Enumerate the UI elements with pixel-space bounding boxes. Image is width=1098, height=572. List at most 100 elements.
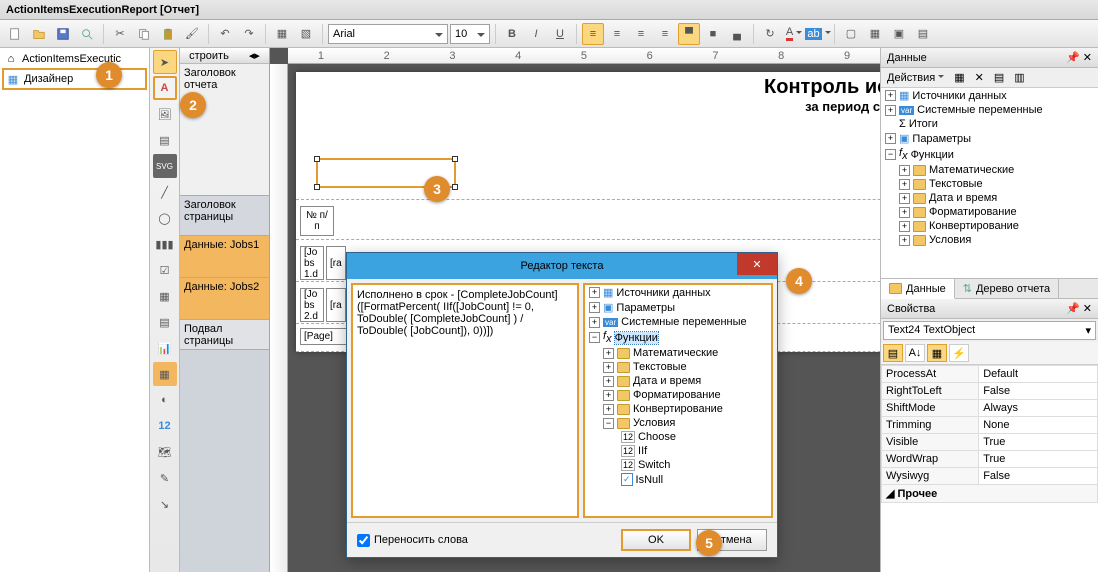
designer-item[interactable]: ▦ Дизайнер: [2, 68, 147, 90]
expand-icon[interactable]: +: [885, 105, 896, 116]
border-icon[interactable]: ▢: [840, 23, 862, 45]
property-row[interactable]: VisibleTrue: [882, 434, 1098, 451]
section-page-header[interactable]: № п/п Поруче: [296, 200, 880, 240]
page-number-cell[interactable]: [Page]: [300, 328, 350, 345]
text-rotate-icon[interactable]: ↻: [759, 23, 781, 45]
property-row[interactable]: ProcessAtDefault: [882, 366, 1098, 383]
pin-icon[interactable]: 📌 ✕: [1066, 302, 1092, 315]
subreport-tool-icon[interactable]: ↘: [153, 492, 177, 516]
data1-cell-a[interactable]: [Jo bs 1.d: [300, 246, 324, 280]
categorized-icon[interactable]: ▤: [883, 344, 903, 362]
band-data2[interactable]: Данные: Jobs2: [180, 278, 269, 320]
expression-tree[interactable]: +▦Источники данных +▣Параметры +varСисте…: [583, 283, 773, 518]
band-page-footer[interactable]: Подвал страницы: [180, 320, 269, 350]
font-color-icon[interactable]: A: [783, 23, 805, 45]
property-category[interactable]: ◢ Прочее: [882, 485, 1098, 503]
bands-toolbar[interactable]: строить ◂▸: [180, 48, 269, 64]
align-center-icon[interactable]: ≡: [606, 23, 628, 45]
preview-icon[interactable]: [76, 23, 98, 45]
barcode-tool-icon[interactable]: ▮▮▮: [153, 232, 177, 256]
band-report-header[interactable]: Заголовок отчета: [180, 64, 269, 196]
chevron-down-icon[interactable]: ▾: [1085, 324, 1091, 337]
action-icon[interactable]: ▦: [954, 71, 964, 84]
font-size-combo[interactable]: 10: [450, 24, 490, 44]
group-icon[interactable]: ▦: [271, 23, 293, 45]
copy-icon[interactable]: [133, 23, 155, 45]
action-icon[interactable]: ✕: [975, 71, 984, 84]
property-row[interactable]: WysiwygFalse: [882, 468, 1098, 485]
open-icon[interactable]: [28, 23, 50, 45]
pointer-tool-icon[interactable]: ➤: [153, 50, 177, 74]
rtf-tool-icon[interactable]: ▤: [153, 128, 177, 152]
valign-bottom-icon[interactable]: ▄: [726, 23, 748, 45]
valign-mid-icon[interactable]: ■: [702, 23, 724, 45]
action-icon[interactable]: ▤: [994, 71, 1004, 84]
underline-icon[interactable]: U: [549, 23, 571, 45]
line-tool-icon[interactable]: ╱: [153, 180, 177, 204]
data-panel-header[interactable]: Данные 📌 ✕: [881, 48, 1098, 68]
align-right-icon[interactable]: ≡: [630, 23, 652, 45]
data2-cell-b[interactable]: [ra: [326, 288, 346, 322]
action-icon[interactable]: ▥: [1014, 71, 1024, 84]
align-justify-icon[interactable]: ≡: [654, 23, 676, 45]
wrap-words-input[interactable]: [357, 534, 370, 547]
collapse-icon[interactable]: −: [885, 149, 896, 160]
map-tool-icon[interactable]: 🗺: [153, 440, 177, 464]
ruler-grip-icon[interactable]: ◂▸: [249, 49, 260, 62]
shape-tool-icon[interactable]: ◯: [153, 206, 177, 230]
chart-tool-icon[interactable]: 📊: [153, 336, 177, 360]
ungroup-icon[interactable]: ▧: [295, 23, 317, 45]
data-tree[interactable]: +▦Источники данных +varСистемные перемен…: [881, 88, 1098, 278]
paste-icon[interactable]: [157, 23, 179, 45]
tab-report-tree[interactable]: ⇅Дерево отчета: [955, 279, 1059, 298]
matrix-tool-icon[interactable]: ▤: [153, 310, 177, 334]
tab-data[interactable]: Данные: [881, 279, 955, 299]
property-row[interactable]: ShiftModeAlways: [882, 400, 1098, 417]
number-tool-icon[interactable]: 12: [153, 414, 177, 438]
bold-icon[interactable]: B: [501, 23, 523, 45]
image-tool-icon[interactable]: 🖼: [153, 102, 177, 126]
data2-cell-a[interactable]: [Jo bs 2.d: [300, 288, 324, 322]
report-subtitle-text[interactable]: за период с [BeginDate] по [: [300, 99, 880, 114]
border-inner-icon[interactable]: ▤: [912, 23, 934, 45]
events-icon[interactable]: ⚡: [949, 344, 969, 362]
property-grid[interactable]: ProcessAtDefault RightToLeftFalse ShiftM…: [881, 365, 1098, 572]
wrap-words-checkbox[interactable]: Переносить слова: [357, 534, 468, 547]
text-tool-icon[interactable]: A: [153, 76, 177, 100]
align-left-icon[interactable]: ≡: [582, 23, 604, 45]
col-header-num[interactable]: № п/п: [300, 206, 334, 236]
report-title-text[interactable]: Контроль исполнения: [300, 76, 880, 99]
dialog-titlebar[interactable]: Редактор текста ✕: [347, 253, 777, 279]
highlight-icon[interactable]: ab: [807, 23, 829, 45]
expression-editor[interactable]: Исполнено в срок - [CompleteJobCount] ([…: [351, 283, 579, 518]
undo-icon[interactable]: ↶: [214, 23, 236, 45]
border-all-icon[interactable]: ▦: [864, 23, 886, 45]
band-page-header[interactable]: Заголовок страницы: [180, 196, 269, 236]
format-painter-icon[interactable]: 🖌: [181, 23, 203, 45]
actions-dropdown[interactable]: Действия: [887, 72, 944, 84]
data-actions-bar[interactable]: Действия ▦ ✕ ▤ ▥: [881, 68, 1098, 88]
italic-icon[interactable]: I: [525, 23, 547, 45]
alphabetical-icon[interactable]: A↓: [905, 344, 925, 362]
save-icon[interactable]: [52, 23, 74, 45]
props-panel-header[interactable]: Свойства 📌 ✕: [881, 299, 1098, 319]
font-family-combo[interactable]: Arial: [328, 24, 448, 44]
object-selector[interactable]: Text24 TextObject▾: [883, 321, 1096, 340]
ok-button[interactable]: OK: [621, 529, 691, 551]
explorer-root[interactable]: ⌂ ActionItemsExecutic: [2, 50, 147, 68]
data1-cell-b[interactable]: [ra: [326, 246, 346, 280]
svg-tool-icon[interactable]: SVG: [153, 154, 177, 178]
expand-icon[interactable]: +: [885, 133, 896, 144]
redo-icon[interactable]: ↷: [238, 23, 260, 45]
checkbox-tool-icon[interactable]: ☑: [153, 258, 177, 282]
new-icon[interactable]: [4, 23, 26, 45]
section-report-header[interactable]: Контроль исполнения за период с [BeginDa…: [296, 72, 880, 200]
property-row[interactable]: WordWrapTrue: [882, 451, 1098, 468]
functions-node[interactable]: Функции: [615, 332, 658, 344]
band-data1[interactable]: Данные: Jobs1: [180, 236, 269, 278]
cut-icon[interactable]: ✂: [109, 23, 131, 45]
border-outer-icon[interactable]: ▣: [888, 23, 910, 45]
gauge-tool-icon[interactable]: ◐: [153, 388, 177, 412]
signature-tool-icon[interactable]: ✎: [153, 466, 177, 490]
valign-top-icon[interactable]: ▀: [678, 23, 700, 45]
